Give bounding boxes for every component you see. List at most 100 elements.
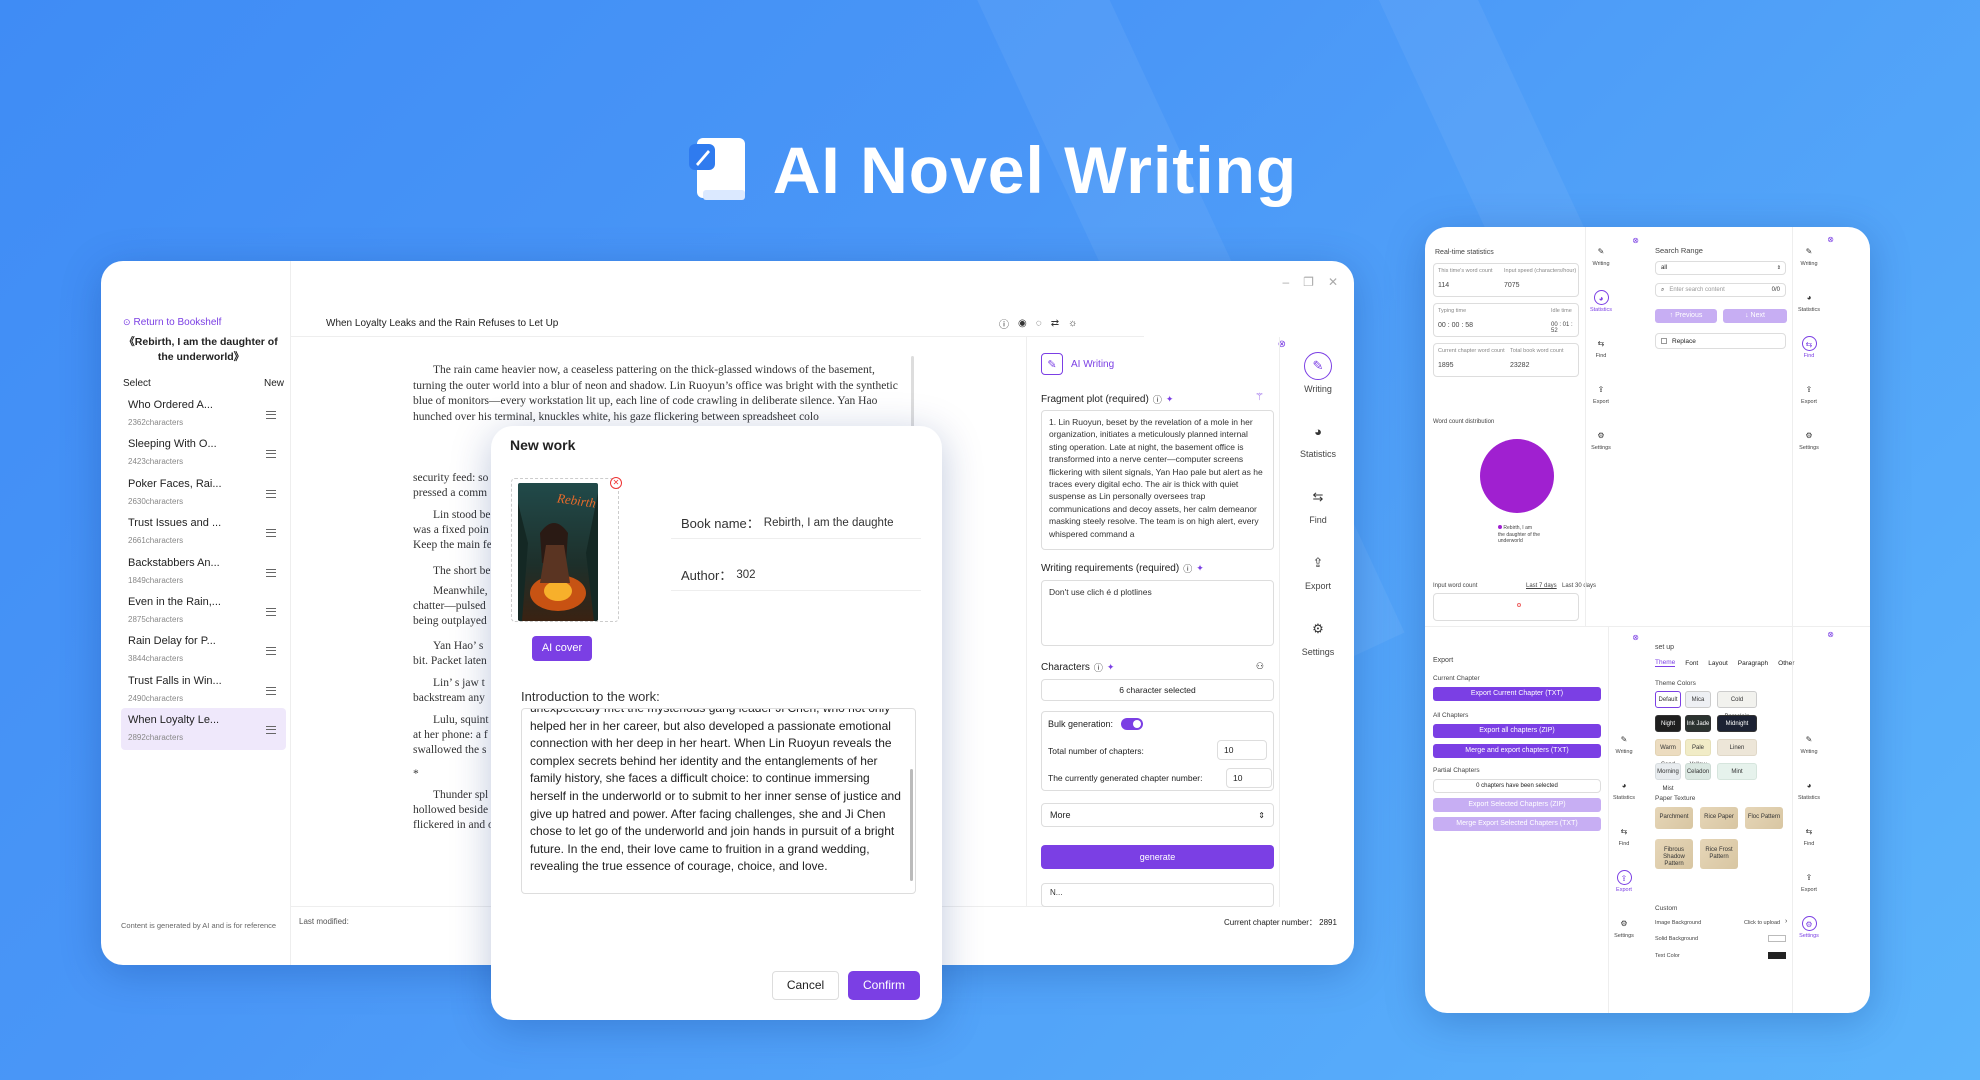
- theme-swatch[interactable]: Pale Yellow: [1685, 739, 1711, 768]
- info-icon[interactable]: ⓘ: [999, 316, 1009, 331]
- find-tool[interactable]: ⇆ Find: [1293, 483, 1343, 525]
- side-tool-3[interactable]: ⇪ Export: [1794, 870, 1824, 893]
- side-tool-1[interactable]: ◕ Statistics: [1794, 290, 1824, 313]
- export-selected-button[interactable]: Export Selected Chapters (ZIP): [1433, 798, 1601, 812]
- drag-handle-icon[interactable]: [266, 529, 276, 538]
- side-tool-4[interactable]: ⚙ Settings: [1586, 428, 1616, 451]
- chapter-item[interactable]: Trust Issues and ... 2661characters: [121, 511, 286, 553]
- book-name-input[interactable]: Rebirth, I am the daughte: [764, 517, 894, 529]
- side-tool-2[interactable]: ⇆ Find: [1794, 336, 1824, 359]
- theme-swatch[interactable]: Ink Jade: [1685, 715, 1711, 732]
- side-tool-1[interactable]: ◕ Statistics: [1586, 290, 1616, 313]
- side-tool-3[interactable]: ⇪ Export: [1586, 382, 1616, 405]
- theme-swatch[interactable]: Mint: [1717, 763, 1757, 780]
- theme-swatch[interactable]: Midnight: [1717, 715, 1757, 732]
- settings-tool[interactable]: ⚙ Settings: [1293, 615, 1343, 657]
- chapter-item[interactable]: Who Ordered A... 2362characters: [121, 393, 286, 435]
- writing-tool[interactable]: ✎ Writing: [1293, 352, 1343, 394]
- characters-select[interactable]: 6 character selected: [1041, 679, 1274, 701]
- paper-texture-option[interactable]: Rice Frost Pattern: [1700, 839, 1738, 869]
- author-input[interactable]: 302: [736, 569, 755, 581]
- chapter-item[interactable]: Backstabbers An... 1849characters: [121, 551, 286, 593]
- add-user-icon[interactable]: ⚇: [1256, 661, 1264, 672]
- help-icon[interactable]: ⓘ: [1153, 393, 1162, 406]
- merge-all-button[interactable]: Merge and export chapters (TXT): [1433, 744, 1601, 758]
- theme-swatch[interactable]: Default: [1655, 691, 1681, 708]
- setup-tab[interactable]: Paragraph: [1738, 660, 1768, 667]
- intro-textarea[interactable]: unexpectedly met the mysterious gang lea…: [521, 708, 916, 894]
- export-current-button[interactable]: Export Current Chapter (TXT): [1433, 687, 1601, 701]
- theme-swatch[interactable]: Warm Sand: [1655, 739, 1681, 768]
- drag-handle-icon[interactable]: [266, 411, 276, 419]
- author-field[interactable]: Author： 302: [681, 565, 756, 584]
- current-generated-input[interactable]: 10: [1226, 768, 1272, 788]
- fragment-plot-textarea[interactable]: 1. Lin Ruoyun, beset by the revelation o…: [1041, 410, 1274, 550]
- setup-tab[interactable]: Layout: [1708, 660, 1728, 667]
- help-icon[interactable]: ⓘ: [1094, 661, 1103, 674]
- drag-handle-icon[interactable]: [266, 450, 276, 459]
- export-tool[interactable]: ⇪ Export: [1293, 549, 1343, 591]
- side-tool-4[interactable]: ⚙ Settings: [1609, 916, 1639, 939]
- confirm-button[interactable]: Confirm: [848, 971, 920, 1000]
- restore-icon[interactable]: ❐: [1303, 275, 1314, 289]
- return-to-bookshelf-link[interactable]: ⊙ Return to Bookshelf: [123, 317, 221, 328]
- theme-swatch[interactable]: Celadon: [1685, 763, 1711, 780]
- side-tool-0[interactable]: ✎ Writing: [1609, 732, 1639, 755]
- side-tool-2[interactable]: ⇆ Find: [1609, 824, 1639, 847]
- history-box[interactable]: N...: [1041, 883, 1274, 907]
- replace-toggle[interactable]: Replace: [1655, 333, 1786, 349]
- theme-swatch[interactable]: Night: [1655, 715, 1681, 732]
- side-tool-4[interactable]: ⚙ Settings: [1794, 428, 1824, 451]
- close-icon[interactable]: ⊗: [1632, 633, 1639, 642]
- new-chapter-button[interactable]: New: [264, 378, 284, 389]
- side-tool-1[interactable]: ◕ Statistics: [1794, 778, 1824, 801]
- side-tool-3[interactable]: ⇪ Export: [1794, 382, 1824, 405]
- github-icon[interactable]: ◉: [1018, 318, 1027, 329]
- chapter-item[interactable]: Poker Faces, Rai... 2630characters: [121, 472, 286, 514]
- merge-selected-button[interactable]: Merge Export Selected Chapters (TXT): [1433, 817, 1601, 831]
- side-tool-3[interactable]: ⇪ Export: [1609, 870, 1639, 893]
- more-dropdown[interactable]: More ⇕: [1041, 803, 1274, 827]
- side-tool-4[interactable]: ⚙ Settings: [1794, 916, 1824, 939]
- theme-swatch[interactable]: Cold Porcelain: [1717, 691, 1757, 720]
- drag-handle-icon[interactable]: [266, 608, 276, 616]
- bulk-toggle[interactable]: [1121, 718, 1144, 730]
- wand-icon[interactable]: ⚚: [1255, 392, 1264, 403]
- statistics-tool[interactable]: ◕ Statistics: [1293, 417, 1343, 460]
- side-tool-0[interactable]: ✎ Writing: [1794, 732, 1824, 755]
- chapter-item[interactable]: Even in the Rain,... 2875characters: [121, 590, 286, 632]
- theme-swatch[interactable]: Linen: [1717, 739, 1757, 756]
- checkbox[interactable]: [1661, 338, 1667, 344]
- intro-scrollbar[interactable]: [910, 769, 913, 881]
- writing-requirements-textarea[interactable]: Don't use clich é d plotlines: [1041, 580, 1274, 646]
- setup-tab[interactable]: Font: [1685, 660, 1698, 667]
- help-icon[interactable]: ⓘ: [1183, 562, 1192, 575]
- drag-handle-icon[interactable]: [266, 686, 276, 695]
- minimize-icon[interactable]: –: [1282, 275, 1289, 289]
- book-name-field[interactable]: Book name： Rebirth, I am the daughte: [681, 513, 894, 532]
- theme-swatch[interactable]: Morning Mist: [1655, 763, 1681, 792]
- paper-texture-option[interactable]: Fibrous Shadow Pattern: [1655, 839, 1693, 869]
- drag-handle-icon[interactable]: [266, 568, 276, 577]
- last-30-days-tab[interactable]: Last 30 days: [1562, 583, 1596, 589]
- side-tool-2[interactable]: ⇆ Find: [1794, 824, 1824, 847]
- side-tool-2[interactable]: ⇆ Find: [1586, 336, 1616, 359]
- chat-icon[interactable]: ◌: [1036, 318, 1042, 329]
- remove-cover-icon[interactable]: ✕: [610, 477, 622, 489]
- close-icon[interactable]: ⊗: [1632, 236, 1639, 245]
- selected-chapters-box[interactable]: 0 chapters have been selected: [1433, 779, 1601, 793]
- chapter-item[interactable]: Sleeping With O... 2423characters: [121, 432, 286, 474]
- side-tool-0[interactable]: ✎ Writing: [1794, 244, 1824, 267]
- drag-handle-icon[interactable]: [266, 647, 276, 656]
- select-label[interactable]: Select: [123, 378, 151, 389]
- drag-handle-icon[interactable]: [266, 489, 276, 498]
- solid-bg-swatch[interactable]: [1768, 935, 1786, 942]
- text-color-swatch[interactable]: [1768, 952, 1786, 959]
- search-range-select[interactable]: all ⇕: [1655, 261, 1786, 275]
- theme-swatch[interactable]: Mica: [1685, 691, 1711, 708]
- close-icon[interactable]: ⊗: [1827, 235, 1834, 244]
- chapter-item[interactable]: Rain Delay for P... 3844characters: [121, 629, 286, 671]
- paper-texture-option[interactable]: Floc Pattern: [1745, 807, 1783, 829]
- click-upload-link[interactable]: Click to upload: [1744, 920, 1780, 926]
- search-input[interactable]: ⌕ Enter search content 0/0: [1655, 283, 1786, 297]
